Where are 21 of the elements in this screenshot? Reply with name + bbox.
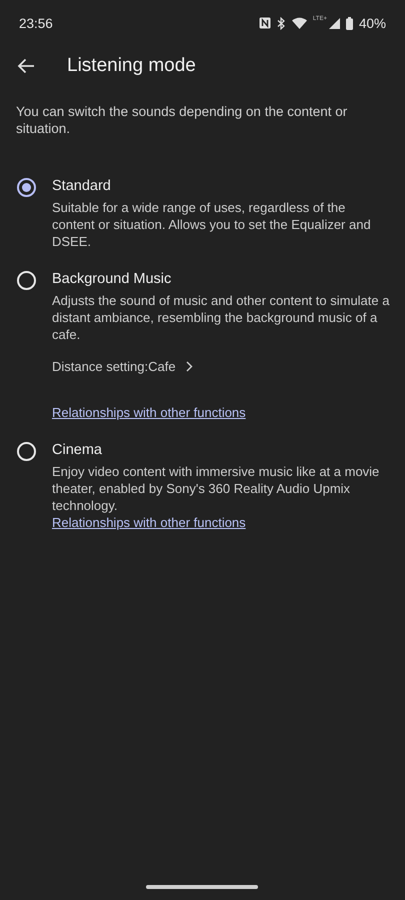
option-title[interactable]: Background Music: [52, 270, 391, 288]
option-title[interactable]: Cinema: [52, 441, 391, 459]
radio-button[interactable]: [16, 178, 36, 197]
option-description: Enjoy video content with immersive music like at a movie theater, enabled by Sony's 360 Reality Audio Upmix technology.: [52, 463, 380, 514]
option-description: Adjusts the sound of music and other content to simulate a distant ambiance, resembling the background music of a cafe.: [52, 292, 390, 343]
signal-icon: [328, 18, 340, 28]
option-description: Suitable for a wide range of uses, regardless of the content or situation. Allows you to set the Equalizer and DSEE.: [52, 199, 372, 250]
bluetooth-icon: [276, 16, 286, 30]
relationships-link[interactable]: Relationships with other functions: [52, 404, 246, 421]
status-time: 23:56: [19, 16, 53, 30]
chevron-icon: [186, 361, 193, 372]
distance-setting[interactable]: Distance setting:Cafe: [52, 359, 193, 374]
wifi-icon: [292, 17, 307, 29]
nfc-icon: [258, 17, 271, 29]
relationships-link[interactable]: Relationships with other functions: [52, 514, 246, 531]
option-title[interactable]: Standard: [52, 177, 391, 195]
back-icon[interactable]: [17, 58, 35, 74]
page-title: Listening mode: [67, 55, 196, 77]
battery-level: 40%: [358, 16, 386, 30]
battery-icon: [346, 16, 353, 30]
intro-text: You can switch the sounds depending on the content or situation.: [16, 103, 348, 137]
